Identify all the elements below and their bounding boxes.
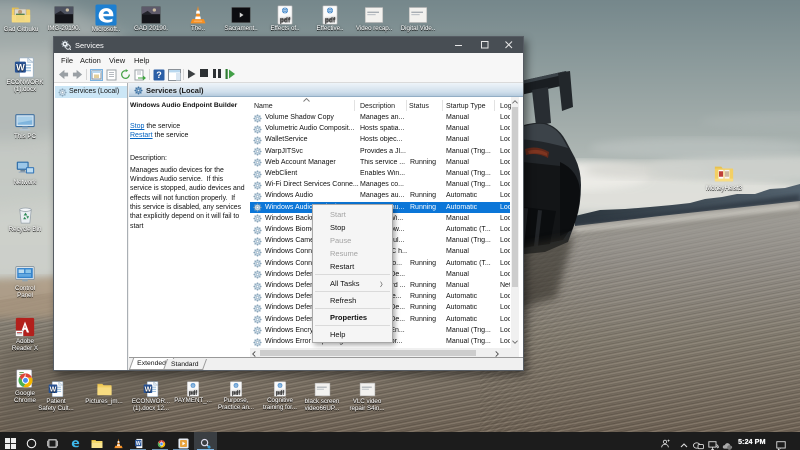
svg-text:pdf: pdf	[232, 390, 241, 396]
svg-text:W: W	[144, 385, 151, 393]
svg-text:pdf: pdf	[189, 390, 198, 396]
svg-text:pdf: pdf	[280, 16, 291, 23]
svg-text:W: W	[16, 62, 25, 72]
svg-text:W: W	[136, 440, 141, 446]
svg-text:pdf: pdf	[325, 16, 336, 23]
svg-text:W: W	[49, 385, 56, 393]
svg-text:?: ?	[156, 70, 162, 80]
svg-text:pdf: pdf	[276, 390, 285, 396]
